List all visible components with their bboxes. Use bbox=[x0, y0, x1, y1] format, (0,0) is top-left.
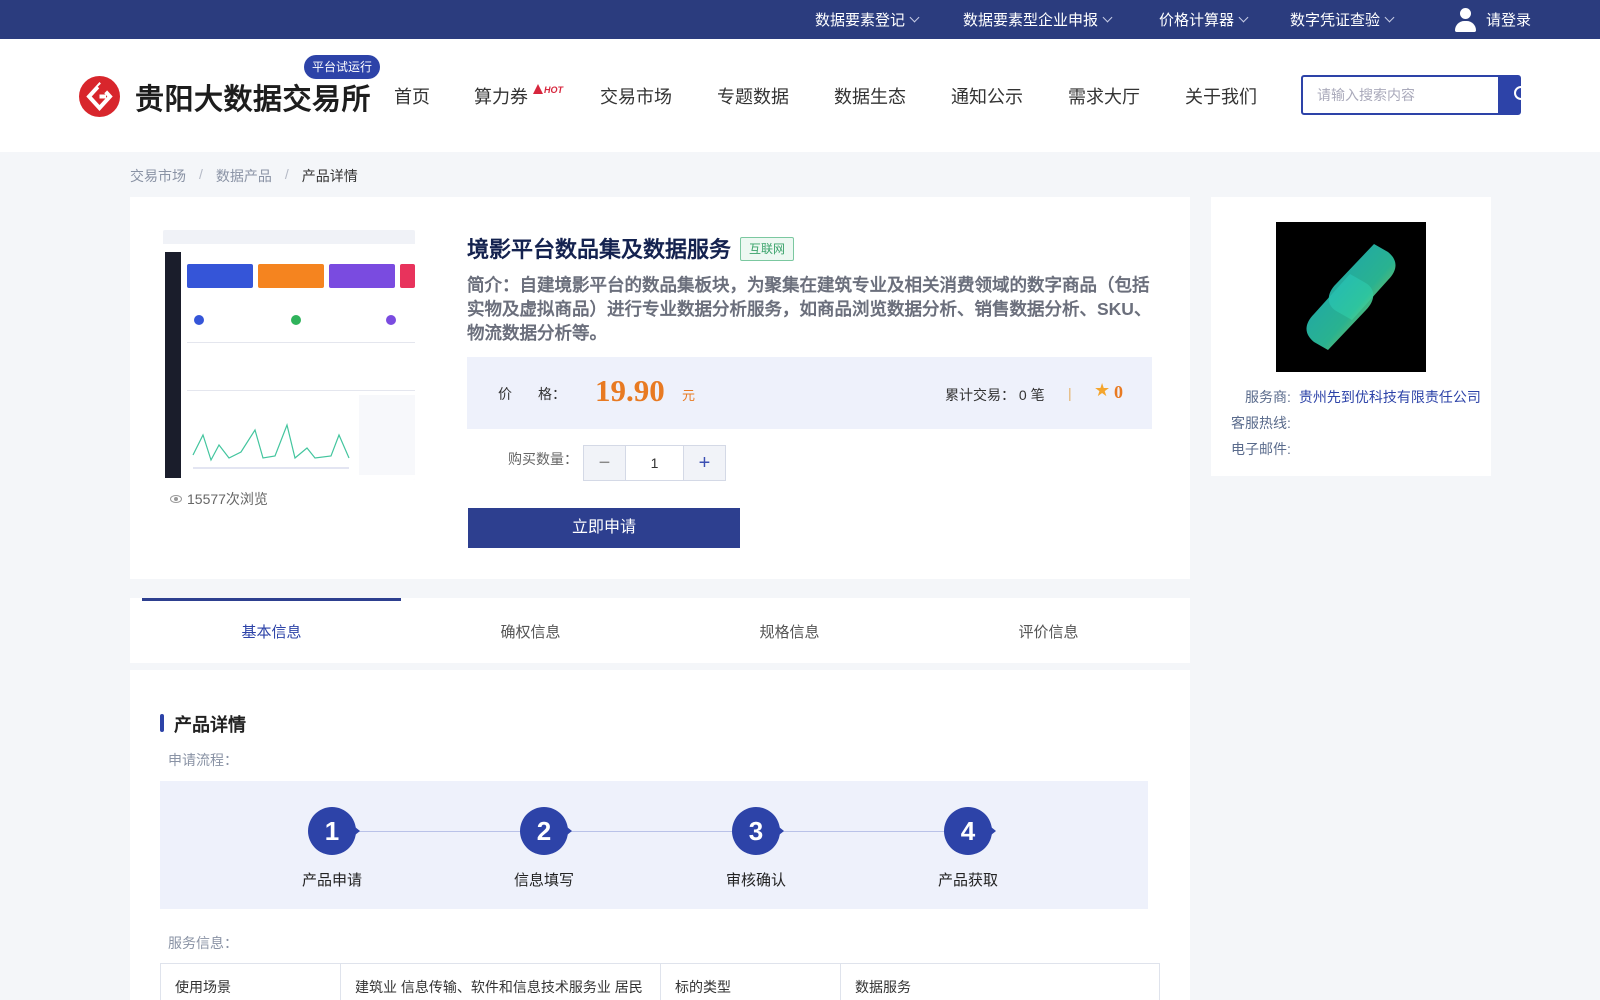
search-box bbox=[1301, 75, 1530, 115]
step-number: 3 bbox=[732, 807, 784, 855]
vendor-card: 服务商: 贵州先到优科技有限责任公司 客服热线: 电子邮件: bbox=[1211, 197, 1491, 476]
increase-button[interactable]: + bbox=[684, 446, 725, 480]
product-screenshot-image[interactable] bbox=[163, 230, 415, 480]
apply-button[interactable]: 立即申请 bbox=[468, 508, 740, 548]
industry-tag: 互联网 bbox=[740, 237, 795, 261]
chevron-down-icon bbox=[1384, 12, 1395, 23]
product-title: 境影平台数品集及数据服务 bbox=[467, 237, 732, 262]
breadcrumb-current: 产品详情 bbox=[301, 168, 358, 184]
nav-ecosystem[interactable]: 数据生态 bbox=[834, 83, 906, 109]
product-intro: 简介：自建境影平台的数品集板块，为聚集在建筑专业及相关消费领域的数字商品（包括实… bbox=[467, 275, 1152, 343]
breadcrumb-products[interactable]: 数据产品 bbox=[216, 166, 272, 186]
topnav-price-calculator[interactable]: 价格计算器 bbox=[1159, 0, 1249, 39]
quantity-value[interactable]: 1 bbox=[625, 446, 684, 480]
step-number: 1 bbox=[308, 807, 360, 855]
flow-label: 申请流程： bbox=[168, 752, 238, 768]
product-card: 15577次浏览 境影平台数品集及数据服务 互联网 简介：自建境影平台的数品集板… bbox=[130, 197, 1190, 579]
view-count-text: 15577次浏览 bbox=[187, 491, 268, 507]
user-icon bbox=[1454, 7, 1476, 32]
tab-ownership-info[interactable]: 确权信息 bbox=[401, 598, 660, 663]
topnav-data-registration[interactable]: 数据要素登记 bbox=[815, 0, 920, 39]
tab-review-info[interactable]: 评价信息 bbox=[919, 598, 1178, 663]
table-value: 建筑业 信息传输、软件和信息技术服务业 居民 bbox=[340, 963, 661, 1000]
nav-demand-hall[interactable]: 需求大厅 bbox=[1068, 83, 1140, 109]
trial-badge: 平台试运行 bbox=[304, 55, 381, 79]
price-unit: 元 bbox=[682, 388, 696, 403]
price-label-b: 格： bbox=[538, 386, 566, 402]
nav-market[interactable]: 交易市场 bbox=[600, 83, 672, 109]
hot-badge: HOT bbox=[533, 84, 563, 95]
step-number: 2 bbox=[520, 807, 572, 855]
application-flow: 1 产品申请 2 信息填写 3 审核确认 4 产品获取 bbox=[160, 781, 1148, 909]
nav-topic-data[interactable]: 专题数据 bbox=[717, 83, 789, 109]
breadcrumb-separator: / bbox=[199, 166, 203, 182]
service-info-label: 服务信息： bbox=[168, 935, 238, 951]
chevron-down-icon bbox=[909, 12, 920, 23]
price-bar: 价 格： 19.90 元 累计交易： 0 笔 | ★ 0 bbox=[467, 357, 1152, 429]
breadcrumb: 交易市场 / 数据产品 / 产品详情 bbox=[130, 166, 371, 186]
top-bar: 数据要素登记 数据要素型企业申报 价格计算器 数字凭证查验 请登录 bbox=[0, 0, 1600, 39]
nav-about[interactable]: 关于我们 bbox=[1185, 83, 1257, 109]
price-label-a: 价 bbox=[498, 386, 536, 402]
topnav-label: 数据要素型企业申报 bbox=[963, 12, 1099, 29]
nav-notices[interactable]: 通知公示 bbox=[951, 83, 1023, 109]
table-row: 使用场景 建筑业 信息传输、软件和信息技术服务业 居民 标的类型 数据服务 bbox=[160, 963, 1160, 1000]
brand-name[interactable]: 贵阳大数据交易所 bbox=[135, 76, 371, 118]
star-icon: ★ bbox=[1094, 380, 1111, 400]
flow-step: 2 信息填写 bbox=[484, 807, 604, 890]
login-label: 请登录 bbox=[1486, 12, 1532, 29]
breadcrumb-separator: / bbox=[284, 166, 289, 182]
topnav-label: 数据要素登记 bbox=[815, 12, 906, 29]
trade-count: 累计交易： 0 笔 bbox=[945, 387, 1045, 403]
quantity-stepper: − 1 + bbox=[583, 445, 726, 481]
flow-step: 3 审核确认 bbox=[696, 807, 816, 890]
section-title: 产品详情 bbox=[160, 711, 246, 737]
topnav-label: 价格计算器 bbox=[1159, 12, 1235, 29]
flow-step: 1 产品申请 bbox=[272, 807, 392, 890]
topnav-certificate-check[interactable]: 数字凭证查验 bbox=[1290, 0, 1395, 39]
nav-home[interactable]: 首页 bbox=[394, 83, 430, 109]
exchange-logo-icon[interactable] bbox=[79, 76, 120, 117]
decrease-button[interactable]: − bbox=[584, 446, 625, 480]
vendor-logo-icon bbox=[1276, 222, 1426, 372]
rating-value: 0 bbox=[1114, 382, 1123, 402]
topnav-label: 数字凭证查验 bbox=[1290, 12, 1381, 29]
table-key: 标的类型 bbox=[660, 963, 841, 1000]
chevron-down-icon bbox=[1238, 12, 1249, 23]
step-label: 信息填写 bbox=[513, 872, 574, 889]
detail-tabs: 基本信息 确权信息 规格信息 评价信息 bbox=[130, 598, 1190, 663]
tab-spec-info[interactable]: 规格信息 bbox=[660, 598, 919, 663]
quantity-label: 购买数量： bbox=[508, 451, 578, 467]
site-header: 贵阳大数据交易所 平台试运行 首页 算力券 HOT 交易市场 专题数据 数据生态… bbox=[0, 39, 1600, 152]
flame-icon bbox=[533, 84, 543, 94]
service-info-table: 使用场景 建筑业 信息传输、软件和信息技术服务业 居民 标的类型 数据服务 bbox=[160, 963, 1160, 1000]
chevron-down-icon bbox=[1102, 12, 1113, 23]
table-value: 数据服务 bbox=[840, 963, 1160, 1000]
topnav-enterprise-declaration[interactable]: 数据要素型企业申报 bbox=[963, 0, 1113, 39]
view-count: 15577次浏览 bbox=[170, 489, 268, 509]
provider-label: 服务商: bbox=[1245, 389, 1291, 405]
step-label: 审核确认 bbox=[725, 872, 786, 889]
nav-compute-voucher[interactable]: 算力券 bbox=[474, 83, 528, 109]
flow-step: 4 产品获取 bbox=[908, 807, 1028, 890]
flow-connector bbox=[330, 831, 970, 832]
product-detail-section: 产品详情 申请流程： 1 产品申请 2 信息填写 3 审核确认 4 产品获取 服… bbox=[130, 670, 1190, 1000]
vendor-provider: 服务商: 贵州先到优科技有限责任公司 bbox=[1245, 387, 1481, 407]
price-value: 19.90 bbox=[595, 373, 665, 408]
step-label: 产品申请 bbox=[301, 872, 362, 889]
vendor-email-label: 电子邮件: bbox=[1231, 441, 1291, 457]
divider: | bbox=[1068, 385, 1072, 401]
table-key: 使用场景 bbox=[160, 963, 341, 1000]
search-button[interactable] bbox=[1498, 77, 1530, 113]
tab-basic-info[interactable]: 基本信息 bbox=[142, 598, 401, 663]
provider-name-link[interactable]: 贵州先到优科技有限责任公司 bbox=[1299, 389, 1481, 405]
search-input[interactable] bbox=[1303, 77, 1498, 113]
breadcrumb-market[interactable]: 交易市场 bbox=[130, 166, 186, 186]
login-link[interactable]: 请登录 bbox=[1454, 0, 1531, 39]
vendor-hotline-label: 客服热线: bbox=[1231, 415, 1291, 431]
step-label: 产品获取 bbox=[937, 872, 998, 889]
step-number: 4 bbox=[944, 807, 996, 855]
eye-icon bbox=[170, 495, 182, 503]
